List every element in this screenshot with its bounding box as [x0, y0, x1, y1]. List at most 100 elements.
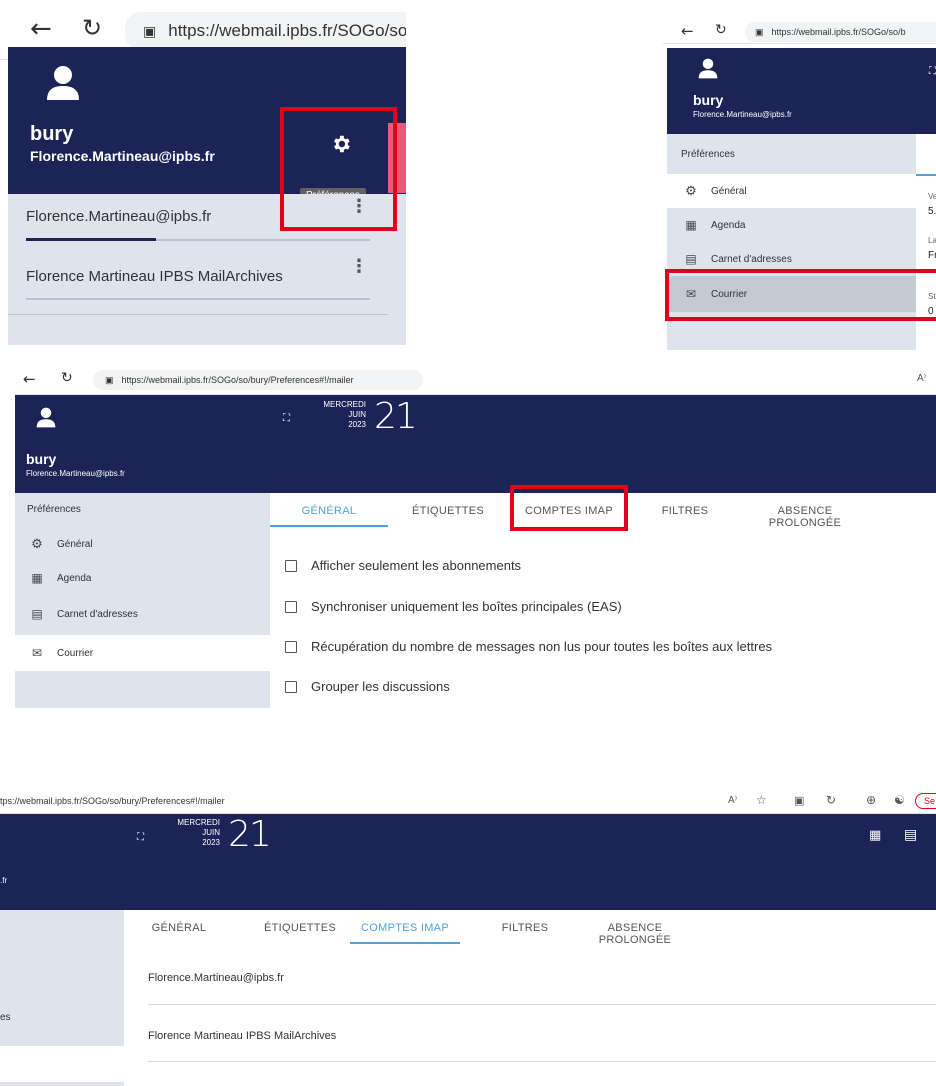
sign-in-button[interactable]: Se [915, 793, 936, 809]
sidebar-item-label: Courrier [711, 288, 748, 300]
read-aloud-icon[interactable]: A⁾ [917, 373, 926, 384]
address-bar[interactable]: ▣ https://webmail.ipbs.fr/SOGo/so/b [745, 22, 936, 42]
more-vert-icon[interactable]: ⋮ [350, 198, 368, 216]
panel-mail-preferences: ← ↻ ▣ https://webmail.ipbs.fr/SOGo/so/bu… [15, 365, 936, 708]
option-label: Grouper les discussions [311, 679, 450, 694]
option-label: Afficher seulement les abonnements [311, 558, 522, 573]
date-day: 21 [374, 396, 418, 437]
sidebar-item-agenda[interactable]: ▦ Agenda [667, 208, 916, 242]
content-partial: Ve 5. La Fr St 0 [916, 134, 936, 350]
option-subscribed-only[interactable]: Afficher seulement les abonnements [285, 558, 521, 573]
sidebar-item-address-book[interactable]: ▤ Carnet d'adresses [667, 242, 916, 276]
panel-imap-accounts: tps://webmail.ipbs.fr/SOGo/so/bury/Prefe… [0, 790, 936, 1086]
preferences-sidebar: es [0, 910, 124, 1086]
option-label: Récupération du nombre de messages non l… [311, 639, 773, 654]
user-email: Florence.Martineau@ipbs.fr [26, 469, 125, 478]
calendar-icon[interactable]: ▦ [869, 828, 881, 843]
tab-general[interactable]: GÉNÉRAL [270, 505, 388, 517]
address-bar[interactable]: ▣ https://webmail.ipbs.fr/SOGo/so/ [125, 12, 406, 50]
tab-labels[interactable]: ÉTIQUETTES [388, 505, 508, 517]
account-item[interactable]: Florence Martineau IPBS MailArchives ⋮ [8, 252, 388, 302]
sidebar-item-agenda[interactable]: ▦ Agenda [15, 561, 270, 595]
tab-labels[interactable]: ÉTIQUETTES [240, 922, 360, 934]
user-email-fragment: .fr [0, 876, 8, 885]
panel-account-menu: ← ↻ ▣ https://webmail.ipbs.fr/SOGo/so/ b… [0, 0, 406, 345]
fullscreen-icon[interactable]: ⛶ [929, 66, 936, 77]
user-name: bury [693, 92, 724, 108]
tab-imap-accounts[interactable]: COMPTES IMAP [514, 505, 624, 517]
divider [8, 314, 388, 315]
account-item[interactable]: Florence.Martineau@ipbs.fr ⋮ [8, 194, 388, 244]
back-arrow-icon[interactable]: ← [681, 22, 694, 40]
checkbox[interactable] [285, 640, 297, 653]
gear-icon: ⚙ [31, 536, 43, 551]
tab-bar: GÉNÉRAL ÉTIQUETTES COMPTES IMAP FILTRES … [270, 493, 936, 529]
tab-general[interactable]: GÉNÉRAL [124, 922, 234, 934]
tab-bar: GÉNÉRAL ÉTIQUETTES COMPTES IMAP FILTRES … [124, 910, 936, 946]
imap-account-row[interactable]: Florence Martineau IPBS MailArchives [148, 1028, 936, 1062]
address-book-icon: ▤ [31, 607, 43, 621]
sidebar-item-label: Carnet d'adresses [711, 253, 792, 265]
fullscreen-icon[interactable]: ⛶ [137, 832, 144, 843]
sidebar-item-mail[interactable]: ✉ Courrier [15, 635, 270, 671]
date-month: JUIN [348, 410, 366, 419]
panel-preferences-sidebar: ← ↻ ▣ https://webmail.ipbs.fr/SOGo/so/b … [663, 20, 936, 350]
address-text[interactable]: tps://webmail.ipbs.fr/SOGo/so/bury/Prefe… [0, 796, 225, 806]
sidebar-item-label: Carnet d'adresses [57, 608, 138, 620]
reload-icon[interactable]: ↻ [715, 22, 727, 38]
sidebar-item-label: Courrier [57, 647, 94, 659]
option-sync-main-boxes[interactable]: Synchroniser uniquement les boîtes princ… [285, 599, 622, 614]
imap-account-row[interactable]: Florence.Martineau@ipbs.fr [148, 971, 936, 1005]
profile-icon[interactable]: ☯ [894, 793, 905, 807]
tab-filters[interactable]: FILTRES [480, 922, 570, 934]
sidebar-item-address-book[interactable]: ▤ Carnet d'adresses [15, 597, 270, 631]
sidebar-item-general[interactable]: ⚙ Général [15, 527, 270, 561]
tab-vacation[interactable]: ABSENCE PROLONGÉE [570, 922, 700, 946]
collections-icon[interactable]: ⊕ [866, 793, 876, 807]
more-vert-icon[interactable]: ⋮ [350, 258, 368, 276]
option-unread-count[interactable]: Récupération du nombre de messages non l… [285, 639, 772, 654]
user-header: bury Florence.Martineau@ipbs.fr Préféren… [8, 47, 406, 203]
user-email: Florence.Martineau@ipbs.fr [30, 148, 215, 164]
tab-vacation[interactable]: ABSENCE PROLONGÉE [740, 505, 870, 529]
read-aloud-icon[interactable]: A⁾ [728, 795, 737, 806]
user-name: bury [26, 451, 57, 467]
calendar-icon: ▦ [685, 218, 697, 232]
sidebar-item-mail[interactable]: ✉ Courrier [667, 276, 916, 312]
checkbox[interactable] [285, 680, 297, 693]
fullscreen-icon[interactable]: ⛶ [283, 413, 290, 424]
browser-toolbar: ← ↻ ▣ https://webmail.ipbs.fr/SOGo/so/bu… [15, 365, 936, 395]
user-avatar-icon [698, 58, 718, 79]
reload-icon[interactable]: ↻ [61, 370, 73, 386]
address-text: https://webmail.ipbs.fr/SOGo/so/bury/Pre… [121, 375, 354, 385]
reload-icon[interactable]: ↻ [82, 14, 102, 42]
date-year: 2023 [348, 420, 366, 429]
back-arrow-icon[interactable]: ← [23, 370, 36, 388]
sidebar-item-general[interactable]: ⚙ Général [667, 174, 916, 208]
sidebar-item-mail[interactable] [0, 1046, 124, 1082]
refresh-extension-icon[interactable]: ↻ [826, 793, 836, 807]
date-year: 2023 [202, 838, 220, 847]
checkbox[interactable] [285, 559, 297, 572]
option-group-threads[interactable]: Grouper les discussions [285, 679, 450, 694]
extension-icon[interactable]: ▣ [794, 794, 804, 807]
active-tab-underline [270, 525, 388, 527]
address-bar[interactable]: ▣ https://webmail.ipbs.fr/SOGo/so/bury/P… [93, 370, 423, 390]
lock-icon: ▣ [105, 374, 114, 385]
calendar-icon: ▦ [31, 571, 43, 585]
gear-icon[interactable] [330, 133, 352, 155]
mail-icon: ✉ [31, 646, 43, 660]
tab-filters[interactable]: FILTRES [640, 505, 730, 517]
account-name: Florence.Martineau@ipbs.fr [26, 208, 212, 225]
favorite-star-icon[interactable]: ☆ [756, 793, 767, 807]
partial-label: Ve [928, 192, 936, 201]
top-banner: ⛶ MERCREDI JUIN 2023 21 [270, 395, 936, 493]
checkbox[interactable] [285, 600, 297, 613]
back-arrow-icon[interactable]: ← [30, 14, 52, 44]
user-name: bury [30, 123, 74, 145]
address-book-icon[interactable]: ▤ [904, 827, 917, 843]
lock-icon: ▣ [143, 22, 157, 39]
partial-value: 0 [928, 306, 934, 317]
tab-imap-accounts[interactable]: COMPTES IMAP [350, 922, 460, 934]
lock-icon: ▣ [755, 26, 764, 37]
